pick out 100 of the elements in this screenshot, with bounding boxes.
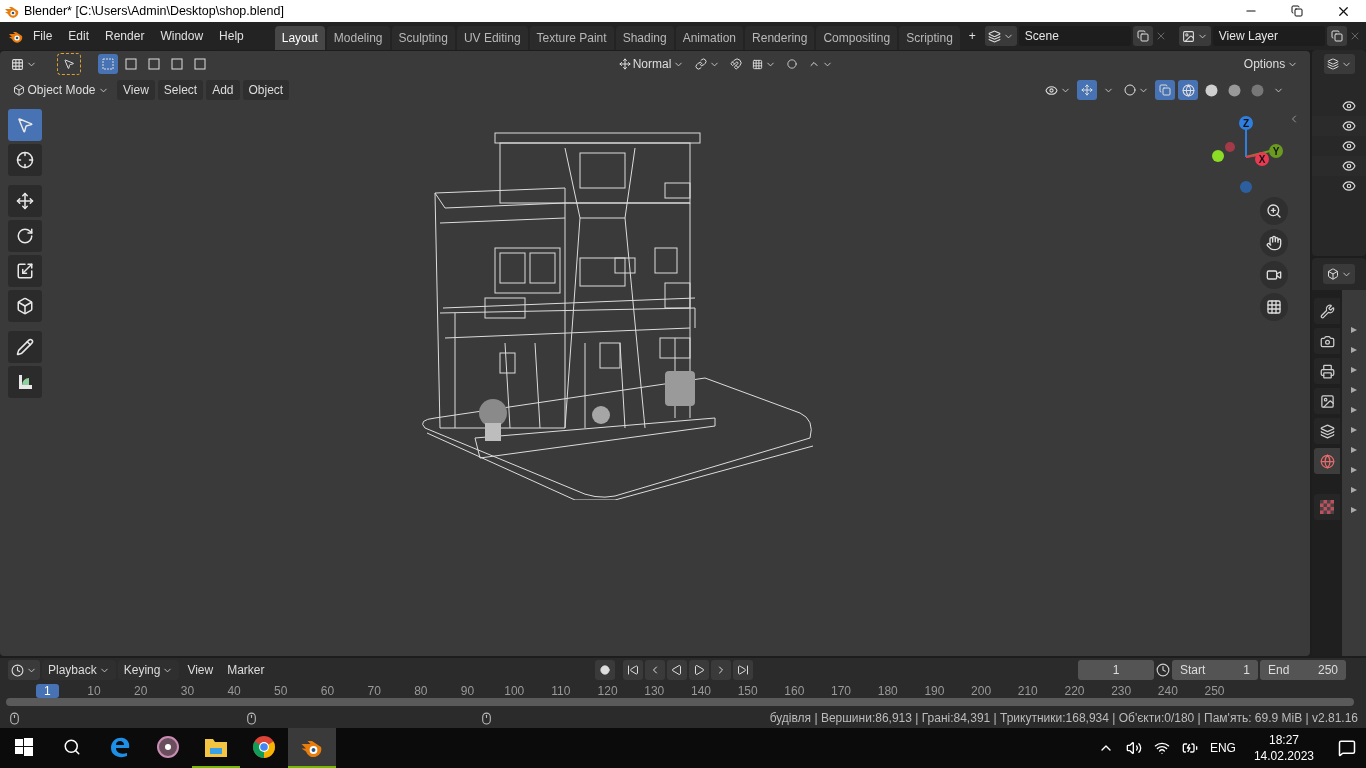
start-frame-field[interactable]: Start 1 — [1172, 660, 1258, 681]
frame-number: 180 — [877, 683, 898, 698]
workspace-tab[interactable]: Scripting — [899, 26, 960, 50]
add-workspace-button[interactable]: + — [961, 26, 983, 46]
workspace-tab[interactable]: Texture Paint — [529, 26, 614, 50]
viewport-menu[interactable]: Add — [206, 80, 240, 100]
jump-end-button[interactable] — [733, 660, 754, 681]
taskbar-app-button[interactable] — [288, 728, 336, 768]
clock-icon[interactable] — [1156, 663, 1170, 678]
frame-number: 20 — [134, 683, 148, 698]
camera-view-button[interactable] — [1260, 261, 1288, 289]
panel-expand-icon[interactable] — [1350, 326, 1358, 334]
scrollbar[interactable] — [6, 698, 1354, 706]
tool-button[interactable] — [8, 366, 42, 398]
menu-item[interactable]: Window — [153, 26, 211, 46]
eye-icon[interactable] — [1342, 119, 1356, 133]
end-frame-field[interactable]: End 250 — [1260, 660, 1346, 681]
square-icon — [194, 58, 206, 70]
scale-icon — [16, 262, 34, 280]
panel-expand-icon[interactable] — [1350, 406, 1358, 414]
gizmo-toggle-button[interactable] — [1077, 80, 1097, 100]
cube-icon — [13, 84, 26, 96]
view-layer-selector-button[interactable] — [1178, 26, 1211, 46]
sphere-icon — [1227, 83, 1241, 97]
grid-view-button[interactable] — [1260, 293, 1288, 321]
panel-expand-icon[interactable] — [1350, 346, 1358, 354]
timeline-menu[interactable]: Marker — [221, 660, 271, 681]
current-frame-field[interactable]: 1 — [1078, 660, 1154, 681]
tool-button[interactable] — [8, 255, 42, 287]
zoom-button[interactable] — [1260, 197, 1288, 225]
record-button[interactable] — [595, 660, 616, 681]
new-scene-button[interactable] — [1132, 26, 1153, 46]
workspace-tab[interactable]: Compositing — [816, 26, 898, 50]
select-mode-button[interactable] — [98, 54, 118, 74]
scene-selector-button[interactable] — [984, 26, 1017, 46]
eye-icon[interactable] — [1342, 159, 1356, 173]
view-layer-name-field[interactable]: View Layer — [1212, 26, 1325, 46]
wifi-icon[interactable] — [1153, 740, 1170, 756]
viewport-menu[interactable]: Object — [242, 80, 290, 100]
previous-keyframe-button[interactable] — [645, 660, 666, 681]
workspace-tab[interactable]: Animation — [675, 26, 744, 50]
scene-name-field[interactable]: Scene — [1018, 26, 1131, 46]
panel-expand-icon[interactable] — [1350, 486, 1358, 494]
timeline-editor-button[interactable] — [8, 660, 40, 681]
shading-mode-button[interactable] — [1178, 80, 1198, 100]
play-reverse-button[interactable] — [667, 660, 688, 681]
outliner-editor-button[interactable] — [1323, 54, 1355, 74]
properties-tab[interactable] — [1314, 388, 1340, 414]
properties-editor-button[interactable] — [1323, 264, 1355, 284]
tool-button[interactable] — [8, 290, 42, 322]
viewport-menu[interactable]: Select — [157, 80, 204, 100]
xray-toggle-button[interactable] — [1155, 80, 1175, 100]
menu-item[interactable]: Help — [212, 26, 251, 46]
volume-icon[interactable] — [1125, 740, 1142, 756]
tool-button[interactable] — [8, 185, 42, 217]
panel-expand-icon[interactable] — [1350, 506, 1358, 514]
workspace-tab[interactable]: Rendering — [745, 26, 815, 50]
current-frame-marker[interactable]: 1 — [36, 683, 59, 698]
properties-tab[interactable] — [1314, 358, 1340, 384]
pan-button[interactable] — [1260, 229, 1288, 257]
power-icon[interactable] — [1181, 740, 1198, 756]
next-keyframe-button[interactable] — [711, 660, 732, 681]
tool-button[interactable] — [8, 331, 42, 363]
viewport-menu[interactable]: View — [117, 80, 155, 100]
menu-item[interactable]: File — [26, 26, 60, 46]
properties-tab[interactable] — [1314, 298, 1340, 324]
frame-number: 190 — [924, 683, 945, 698]
timeline-dropdown[interactable]: Keying — [117, 660, 180, 681]
timeline-dropdown[interactable]: Playback — [42, 660, 116, 681]
eye-icon[interactable] — [1342, 139, 1356, 153]
tool-select-button[interactable] — [58, 54, 80, 74]
properties-tab[interactable] — [1314, 328, 1340, 354]
timeline-menu[interactable]: View — [181, 660, 220, 681]
panel-expand-icon[interactable] — [1350, 366, 1358, 374]
panel-expand-icon[interactable] — [1350, 466, 1358, 474]
navigation-gizmo-drawing[interactable]: Z Y X — [1210, 113, 1286, 193]
workspace-tab[interactable]: Layout — [274, 26, 325, 50]
jump-start-button[interactable] — [623, 660, 644, 681]
play-button[interactable] — [689, 660, 710, 681]
panel-expand-icon[interactable] — [1350, 426, 1358, 434]
play-icon — [693, 664, 706, 677]
menu-item[interactable]: Render — [98, 26, 152, 46]
tool-button[interactable] — [8, 220, 42, 252]
eye-icon[interactable] — [1342, 99, 1356, 113]
workspace-tab[interactable]: Modeling — [326, 26, 390, 50]
frame-number: 40 — [227, 683, 241, 698]
language-indicator[interactable]: ENG — [1209, 741, 1236, 755]
tool-button[interactable] — [8, 144, 42, 176]
taskbar-clock[interactable]: 18:27 14.02.2023 — [1253, 732, 1314, 764]
notifications-icon[interactable] — [1338, 739, 1356, 757]
eye-icon[interactable] — [1342, 179, 1356, 193]
panel-expand-icon[interactable] — [1350, 446, 1358, 454]
frame-number: 100 — [504, 683, 525, 698]
workspace-tab[interactable]: UV Editing — [456, 26, 528, 50]
menu-item[interactable]: Edit — [61, 26, 97, 46]
panel-expand-icon[interactable] — [1350, 386, 1358, 394]
workspace-tab[interactable]: Sculpting — [391, 26, 455, 50]
new-view-layer-button[interactable] — [1326, 26, 1347, 46]
properties-tab[interactable] — [1314, 418, 1340, 444]
workspace-tab[interactable]: Shading — [615, 26, 674, 50]
